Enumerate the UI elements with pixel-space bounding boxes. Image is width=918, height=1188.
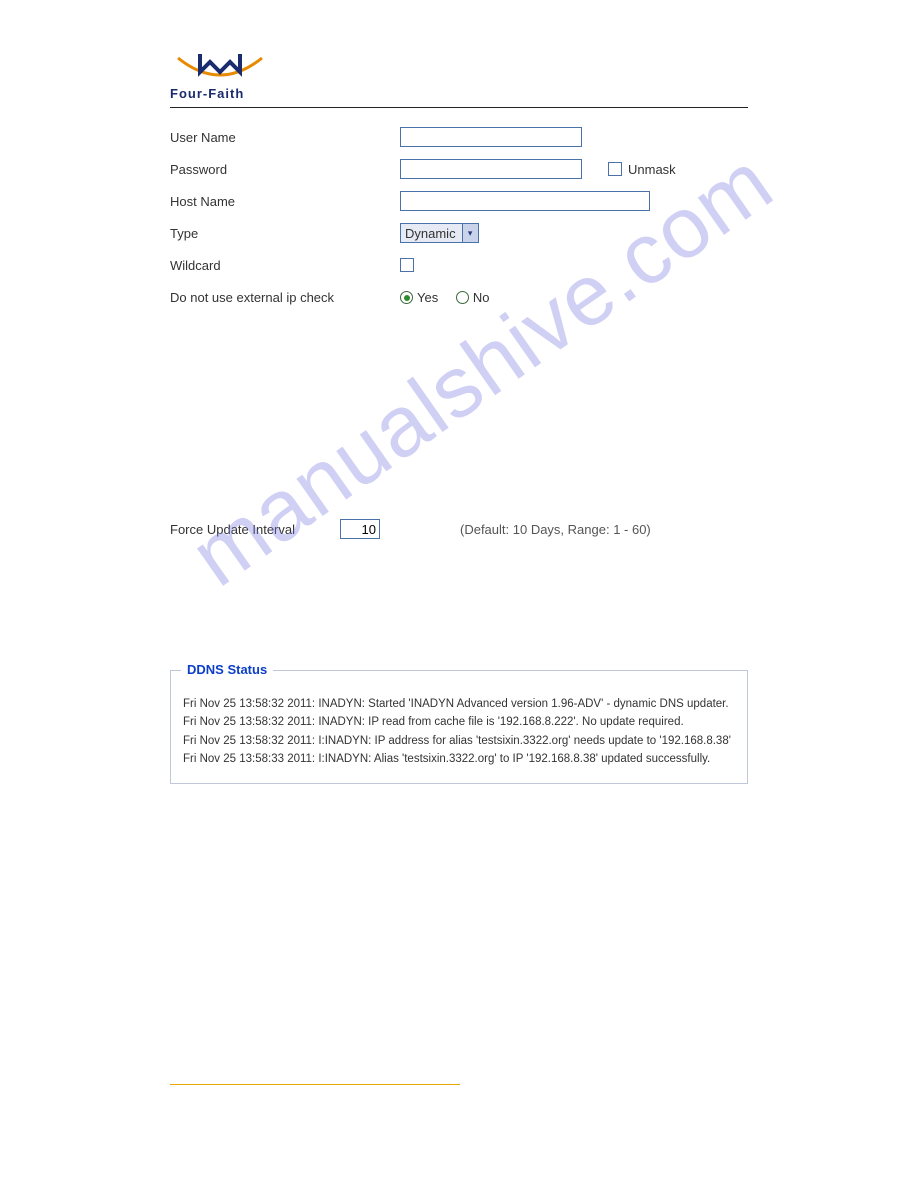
status-line: Fri Nov 25 13:58:33 2011: I:INADYN: Alia…	[183, 750, 735, 768]
yes-label: Yes	[417, 290, 438, 305]
wildcard-checkbox[interactable]	[400, 258, 414, 272]
type-label: Type	[170, 226, 400, 241]
ddns-status-panel: DDNS Status Fri Nov 25 13:58:32 2011: IN…	[170, 670, 748, 784]
status-line: Fri Nov 25 13:58:32 2011: INADYN: Starte…	[183, 695, 735, 713]
logo-brand-text: Four-Faith	[170, 86, 748, 101]
ext-ip-label: Do not use external ip check	[170, 290, 400, 305]
ext-ip-yes-radio[interactable]	[400, 291, 413, 304]
force-update-label: Force Update Interval	[170, 522, 340, 537]
unmask-checkbox[interactable]	[608, 162, 622, 176]
status-line: Fri Nov 25 13:58:32 2011: INADYN: IP rea…	[183, 713, 735, 731]
wildcard-label: Wildcard	[170, 258, 400, 273]
ddns-status-title: DDNS Status	[181, 662, 273, 677]
status-line: Fri Nov 25 13:58:32 2011: I:INADYN: IP a…	[183, 732, 735, 750]
four-faith-logo-icon	[170, 50, 270, 88]
type-select-value: Dynamic	[405, 226, 456, 241]
type-select[interactable]: Dynamic ▾	[400, 223, 479, 243]
chevron-down-icon: ▾	[462, 224, 478, 242]
no-label: No	[473, 290, 490, 305]
logo: Four-Faith	[170, 50, 748, 101]
hostname-input[interactable]	[400, 191, 650, 211]
unmask-label: Unmask	[628, 162, 676, 177]
username-label: User Name	[170, 130, 400, 145]
header-divider	[170, 107, 748, 108]
force-update-note: (Default: 10 Days, Range: 1 - 60)	[460, 522, 651, 537]
username-input[interactable]	[400, 127, 582, 147]
password-label: Password	[170, 162, 400, 177]
password-input[interactable]	[400, 159, 582, 179]
footer-divider	[170, 1084, 460, 1085]
ext-ip-no-radio[interactable]	[456, 291, 469, 304]
hostname-label: Host Name	[170, 194, 400, 209]
force-update-input[interactable]	[340, 519, 380, 539]
